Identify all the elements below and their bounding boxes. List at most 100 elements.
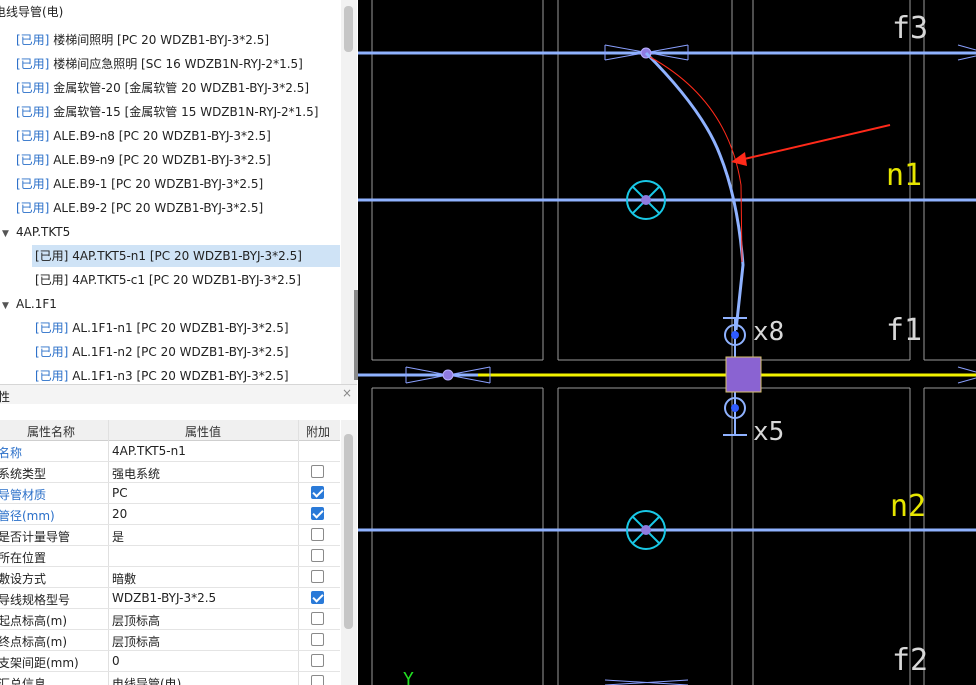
- property-value[interactable]: 层顶标高: [112, 612, 160, 629]
- caret-down-icon[interactable]: ▼: [2, 295, 16, 317]
- label-f1: f1: [886, 313, 922, 348]
- tree-item-label: 4AP.TKT5-n1 [PC 20 WDZB1-BYJ-3*2.5]: [72, 249, 302, 263]
- selection-arc: [649, 56, 743, 263]
- tree-item-label: 金属软管-20 [金属软管 20 WDZB1-BYJ-3*2.5]: [53, 81, 310, 95]
- property-row[interactable]: 名称 4AP.TKT5-n1: [0, 441, 340, 462]
- property-name: 系统类型: [0, 467, 47, 481]
- tree-item[interactable]: [已用] 金属软管-15 [金属软管 15 WDZB1N-RYJ-2*1.5]: [16, 101, 318, 123]
- axis-y-label: Y: [403, 669, 414, 685]
- properties-scrollbar[interactable]: [341, 420, 357, 685]
- property-row[interactable]: 终点标高(m) 层顶标高: [0, 630, 340, 651]
- property-row[interactable]: 导线规格型号 WDZB1-BYJ-3*2.5: [0, 588, 340, 609]
- property-grid-header: 属性名称 属性值 附加: [0, 420, 340, 441]
- tree-group-label: AL.1F1: [16, 297, 57, 311]
- attach-checkbox[interactable]: [311, 528, 324, 541]
- property-row[interactable]: 所在位置: [0, 546, 340, 567]
- property-row[interactable]: 汇总信息 电线导管(电): [0, 672, 340, 685]
- property-value[interactable]: PC: [112, 486, 128, 500]
- tree-item-label: AL.1F1-n1 [PC 20 WDZB1-BYJ-3*2.5]: [72, 321, 289, 335]
- used-tag: [已用]: [16, 201, 50, 215]
- attach-checkbox[interactable]: [311, 570, 324, 583]
- tree-item[interactable]: [已用] ALE.B9-2 [PC 20 WDZB1-BYJ-3*2.5]: [16, 197, 263, 219]
- property-row[interactable]: 导管材质 PC: [0, 483, 340, 504]
- property-name: 管径(mm): [0, 509, 55, 523]
- tree-item[interactable]: [已用] ALE.B9-n8 [PC 20 WDZB1-BYJ-3*2.5]: [16, 125, 271, 147]
- column-header-value: 属性值: [185, 425, 222, 439]
- property-value[interactable]: WDZB1-BYJ-3*2.5: [112, 591, 216, 605]
- bowtie-fixtures: [405, 44, 976, 685]
- property-value[interactable]: 4AP.TKT5-n1: [112, 444, 186, 458]
- tree-root[interactable]: 电线导管(电): [0, 1, 63, 23]
- caret-down-icon[interactable]: ▼: [2, 223, 16, 245]
- used-tag: [已用]: [16, 57, 50, 71]
- property-name: 起点标高(m): [0, 614, 68, 628]
- tree-item-label: AL.1F1-n3 [PC 20 WDZB1-BYJ-3*2.5]: [72, 369, 289, 383]
- selected-conduit[interactable]: [644, 51, 745, 331]
- attach-checkbox[interactable]: [311, 612, 324, 625]
- attach-checkbox[interactable]: [311, 486, 324, 499]
- property-value[interactable]: 20: [112, 507, 127, 521]
- property-value[interactable]: 电线导管(电): [112, 675, 181, 685]
- attach-checkbox[interactable]: [311, 591, 324, 604]
- used-tag: [已用]: [16, 153, 50, 167]
- label-n1: n1: [886, 158, 922, 193]
- property-name: 导线规格型号: [0, 593, 71, 607]
- property-row[interactable]: 是否计量导管 是: [0, 525, 340, 546]
- used-tag: [已用]: [35, 273, 69, 287]
- tree-item[interactable]: [已用] ALE.B9-1 [PC 20 WDZB1-BYJ-3*2.5]: [16, 173, 263, 195]
- tree-group-al[interactable]: ▼ AL.1F1: [2, 293, 57, 315]
- attach-checkbox[interactable]: [311, 507, 324, 520]
- properties-title: 性: [0, 390, 11, 404]
- used-tag: [已用]: [35, 369, 69, 383]
- scrollbar-thumb[interactable]: [344, 434, 353, 629]
- tree-item[interactable]: [已用] 楼梯间照明 [PC 20 WDZB1-BYJ-3*2.5]: [16, 29, 269, 51]
- property-name: 终点标高(m): [0, 635, 68, 649]
- used-tag: [已用]: [16, 33, 50, 47]
- cad-canvas[interactable]: f3 n1 f1 n2 f2 x8 x5 Y: [358, 0, 976, 685]
- label-f2: f2: [892, 643, 928, 678]
- attach-checkbox[interactable]: [311, 675, 324, 685]
- tree-item[interactable]: [已用] AL.1F1-n3 [PC 20 WDZB1-BYJ-3*2.5]: [35, 365, 289, 384]
- tree-item[interactable]: [已用] AL.1F1-n2 [PC 20 WDZB1-BYJ-3*2.5]: [35, 341, 289, 363]
- used-tag: [已用]: [16, 81, 50, 95]
- property-row[interactable]: 支架间距(mm) 0: [0, 651, 340, 672]
- attach-checkbox[interactable]: [311, 549, 324, 562]
- attach-checkbox[interactable]: [311, 633, 324, 646]
- label-x8: x8: [753, 317, 784, 347]
- property-row[interactable]: 系统类型 强电系统: [0, 462, 340, 483]
- drawing[interactable]: f3 n1 f1 n2 f2 x8 x5 Y: [358, 0, 976, 685]
- riser-dot: [731, 331, 739, 339]
- property-value[interactable]: 强电系统: [112, 465, 160, 482]
- tree-item[interactable]: [已用] 4AP.TKT5-c1 [PC 20 WDZB1-BYJ-3*2.5]: [35, 269, 301, 291]
- fixture-node-icon: [641, 525, 651, 535]
- property-name: 支架间距(mm): [0, 656, 79, 670]
- tree-item[interactable]: [已用] 楼梯间应急照明 [SC 16 WDZB1N-RYJ-2*1.5]: [16, 53, 303, 75]
- scrollbar-thumb[interactable]: [344, 6, 353, 52]
- tree-item[interactable]: [已用] ALE.B9-n9 [PC 20 WDZB1-BYJ-3*2.5]: [16, 149, 271, 171]
- properties-header: 性 ×: [0, 384, 357, 404]
- property-row[interactable]: 管径(mm) 20: [0, 504, 340, 525]
- label-n2: n2: [890, 489, 926, 524]
- attach-checkbox[interactable]: [311, 465, 324, 478]
- ceiling-lamps: [626, 180, 666, 550]
- property-value[interactable]: 层顶标高: [112, 633, 160, 650]
- tree-item[interactable]: [已用] AL.1F1-n1 [PC 20 WDZB1-BYJ-3*2.5]: [35, 317, 289, 339]
- property-name: 是否计量导管: [0, 530, 71, 544]
- used-tag: [已用]: [35, 249, 69, 263]
- attach-checkbox[interactable]: [311, 654, 324, 667]
- property-value[interactable]: 暗敷: [112, 570, 136, 587]
- tree-item-selected[interactable]: [已用] 4AP.TKT5-n1 [PC 20 WDZB1-BYJ-3*2.5]: [32, 245, 340, 267]
- fixture-node-icon[interactable]: [442, 369, 454, 381]
- junction-box[interactable]: [725, 356, 762, 393]
- property-value[interactable]: 0: [112, 654, 120, 668]
- property-name: 汇总信息: [0, 677, 47, 685]
- property-row[interactable]: 敷设方式 暗敷: [0, 567, 340, 588]
- close-icon[interactable]: ×: [342, 386, 352, 400]
- bowtie-fixture-icon[interactable]: [604, 679, 689, 685]
- used-tag: [已用]: [16, 177, 50, 191]
- property-row[interactable]: 起点标高(m) 层顶标高: [0, 609, 340, 630]
- tree-item[interactable]: [已用] 金属软管-20 [金属软管 20 WDZB1-BYJ-3*2.5]: [16, 77, 309, 99]
- tree-group-4ap[interactable]: ▼ 4AP.TKT5: [2, 221, 70, 243]
- tree-item-label: 楼梯间照明 [PC 20 WDZB1-BYJ-3*2.5]: [53, 33, 270, 47]
- property-value[interactable]: 是: [112, 528, 124, 545]
